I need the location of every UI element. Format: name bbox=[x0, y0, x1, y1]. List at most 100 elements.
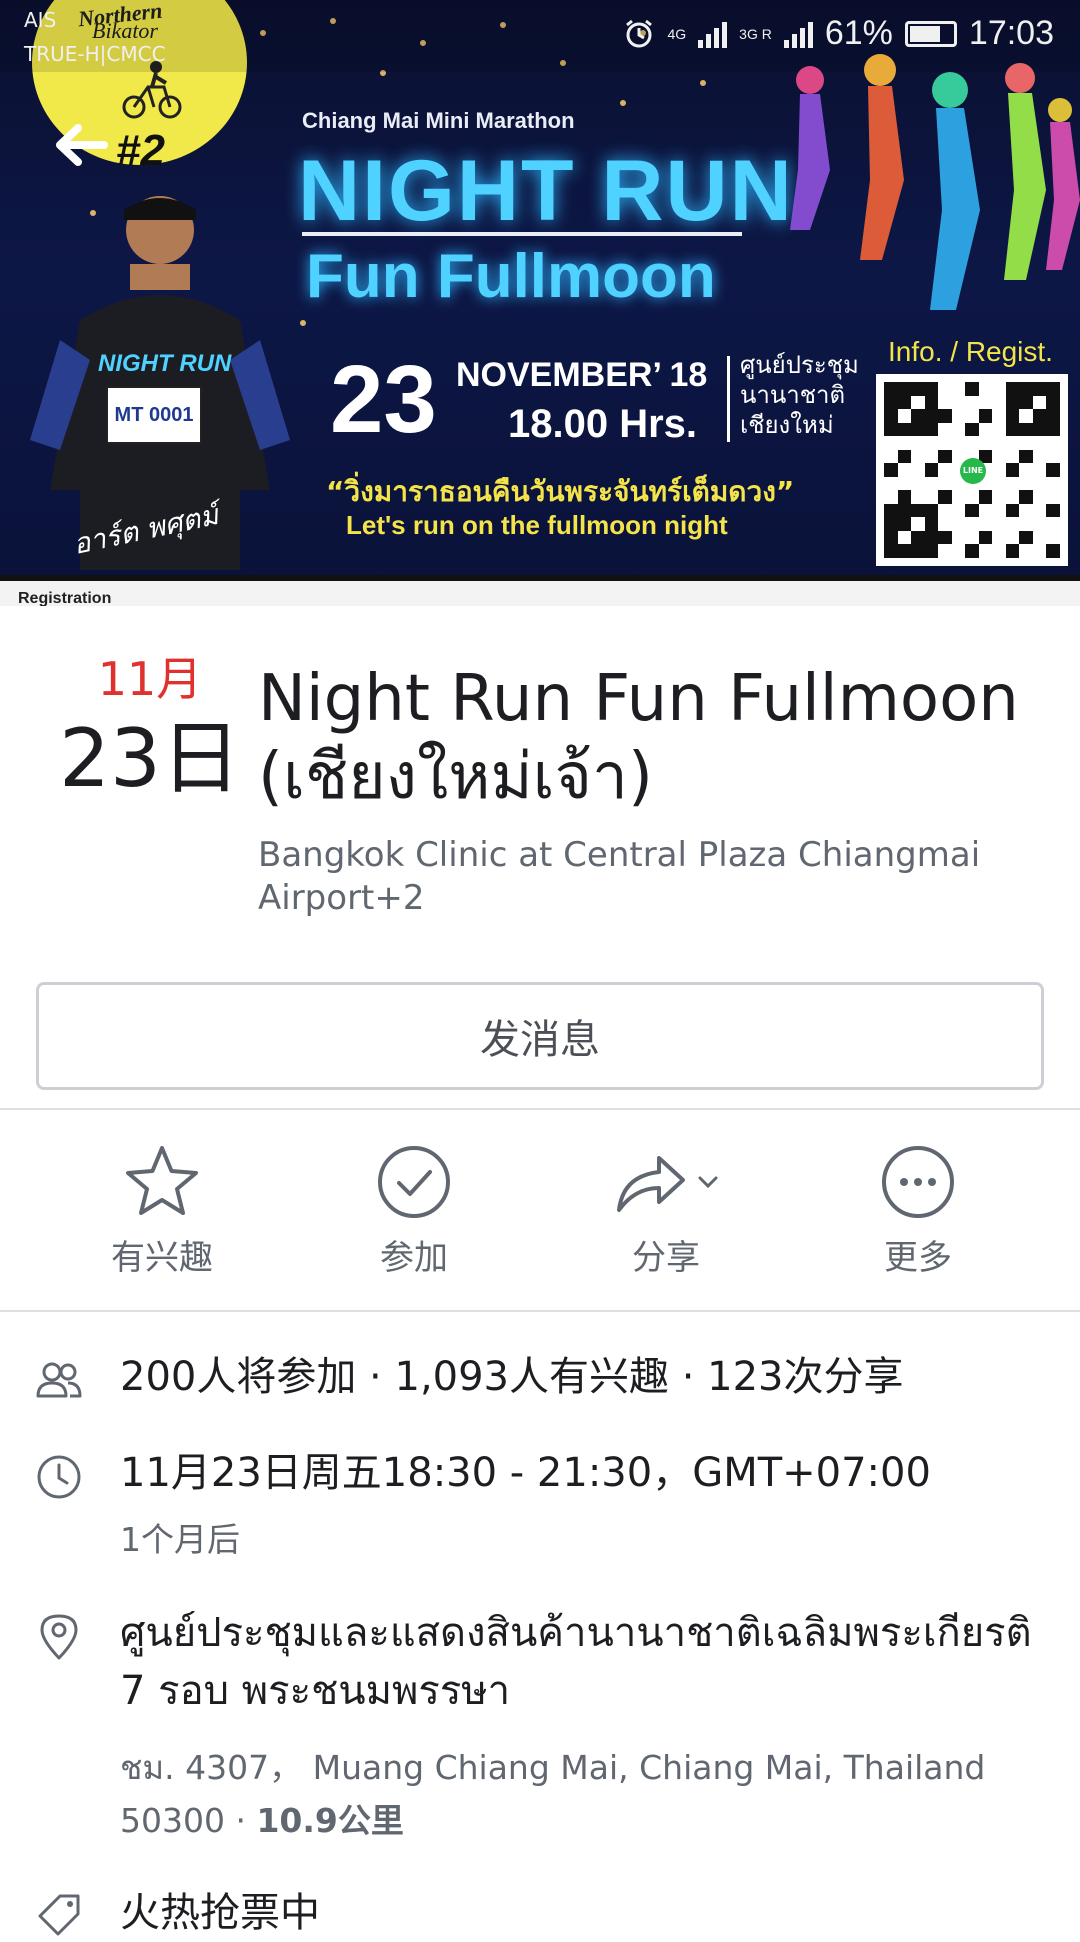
carrier-label: AIS bbox=[24, 8, 57, 32]
qr-module bbox=[1019, 544, 1033, 558]
more-label: 更多 bbox=[884, 1238, 952, 1278]
qr-module bbox=[1005, 517, 1020, 531]
qr-module bbox=[911, 449, 925, 464]
qr-module bbox=[965, 436, 979, 450]
qr-module bbox=[1019, 490, 1033, 504]
qr-module bbox=[1046, 395, 1060, 410]
tickets-text: 火热抢票中 bbox=[120, 1890, 320, 1936]
qr-module bbox=[1046, 490, 1060, 504]
qr-module bbox=[1005, 476, 1020, 491]
qr-module bbox=[1046, 409, 1060, 423]
event-day: 23日 bbox=[59, 712, 241, 806]
event-month: 11月 bbox=[97, 652, 203, 706]
qr-module bbox=[992, 382, 1006, 396]
qr-module bbox=[897, 409, 912, 423]
battery-icon bbox=[904, 20, 957, 47]
poster-tagline-thai: “วิ่งมาราธอนคืนวันพระจันทร์เต็มดวง” bbox=[326, 475, 795, 508]
qr-module bbox=[938, 409, 952, 423]
qr-module bbox=[1005, 382, 1020, 396]
qr-code: LINE bbox=[876, 374, 1068, 566]
address-text: ชม. 4307， Muang Chiang Mai, Chiang Mai, … bbox=[120, 1748, 986, 1840]
qr-module bbox=[911, 490, 925, 504]
poster-title: NIGHT RUN bbox=[298, 143, 794, 239]
share-button[interactable]: 分享 bbox=[566, 1140, 766, 1279]
qr-module bbox=[924, 436, 939, 450]
qr-module bbox=[1046, 530, 1060, 545]
qr-module bbox=[978, 530, 993, 545]
qr-module bbox=[978, 409, 993, 423]
qr-module bbox=[884, 530, 898, 545]
qr-module bbox=[1032, 422, 1047, 437]
interested-button[interactable]: 有兴趣 bbox=[62, 1140, 262, 1279]
signal-icon bbox=[698, 20, 728, 48]
qr-module bbox=[1005, 409, 1020, 423]
cover-bottom-strip bbox=[0, 575, 1080, 606]
qr-module bbox=[884, 409, 898, 423]
clock-time: 17:03 bbox=[968, 14, 1054, 52]
send-message-button[interactable]: 发消息 bbox=[36, 982, 1044, 1090]
qr-module bbox=[951, 409, 966, 423]
qr-module bbox=[965, 530, 979, 545]
attendance-text: 200人将参加 · 1,093人有兴趣 · 123次分享 bbox=[120, 1354, 904, 1400]
poster-subtitle: Fun Fullmoon bbox=[306, 242, 716, 311]
qr-module bbox=[938, 503, 952, 518]
qr-module bbox=[884, 422, 898, 437]
back-arrow-icon[interactable] bbox=[54, 120, 114, 170]
qr-module bbox=[884, 463, 898, 477]
qr-module bbox=[1032, 517, 1047, 531]
qr-module bbox=[951, 436, 966, 450]
qr-module bbox=[965, 544, 979, 558]
interested-label: 有兴趣 bbox=[111, 1238, 213, 1278]
runners-illustration bbox=[790, 54, 1080, 310]
venue-name: ศูนย์ประชุมและแสดงสินค้านานาชาติเฉลิมพระ… bbox=[120, 1610, 1032, 1714]
qr-module bbox=[1005, 449, 1020, 464]
qr-module bbox=[911, 463, 925, 477]
qr-module bbox=[992, 476, 1006, 491]
qr-module bbox=[924, 463, 939, 477]
qr-module bbox=[1032, 490, 1047, 504]
divider bbox=[0, 1108, 1080, 1110]
distance-text: 10.9公里 bbox=[256, 1800, 404, 1840]
qr-module bbox=[897, 503, 912, 518]
qr-module bbox=[1005, 490, 1020, 504]
qr-module bbox=[938, 395, 952, 410]
qr-module bbox=[924, 530, 939, 545]
qr-module bbox=[978, 436, 993, 450]
qr-module bbox=[992, 517, 1006, 531]
qr-module bbox=[938, 490, 952, 504]
qr-module bbox=[938, 544, 952, 558]
poster-time: 18.00 Hrs. bbox=[508, 402, 698, 446]
qr-module bbox=[897, 530, 912, 545]
qr-module bbox=[924, 476, 939, 491]
qr-module bbox=[992, 409, 1006, 423]
qr-module bbox=[884, 544, 898, 558]
poster-month: NOVEMBER’ 18 bbox=[456, 356, 708, 394]
qr-module bbox=[884, 490, 898, 504]
star-icon bbox=[126, 1146, 198, 1215]
qr-module bbox=[951, 517, 966, 531]
qr-module bbox=[1032, 395, 1047, 410]
poster-day: 23 bbox=[330, 346, 437, 453]
qr-module bbox=[924, 395, 939, 410]
qr-module bbox=[1005, 544, 1020, 558]
qr-module bbox=[1005, 422, 1020, 437]
qr-module bbox=[1046, 544, 1060, 558]
event-location-link[interactable]: Bangkok Clinic at Central Plaza Chiangma… bbox=[258, 834, 1058, 919]
going-button[interactable]: 参加 bbox=[314, 1140, 514, 1279]
lantern-decoration bbox=[700, 80, 706, 86]
qr-module bbox=[965, 409, 979, 423]
qr-module bbox=[924, 517, 939, 531]
event-cover-photo[interactable]: Northern Bikator #2 AIS TRUE-H|CMCC 4G 3… bbox=[0, 0, 1080, 606]
qr-module bbox=[897, 490, 912, 504]
qr-module bbox=[965, 382, 979, 396]
qr-module bbox=[897, 382, 912, 396]
qr-module bbox=[911, 530, 925, 545]
qr-module bbox=[897, 517, 912, 531]
qr-module bbox=[992, 463, 1006, 477]
more-button[interactable]: 更多 bbox=[818, 1140, 1018, 1279]
qr-module bbox=[1046, 463, 1060, 477]
carrier-label: TRUE-H|CMCC bbox=[24, 42, 166, 66]
qr-module bbox=[897, 463, 912, 477]
qr-module bbox=[938, 476, 952, 491]
event-actions: 有兴趣 参加 分享 更多 bbox=[0, 1140, 1080, 1290]
